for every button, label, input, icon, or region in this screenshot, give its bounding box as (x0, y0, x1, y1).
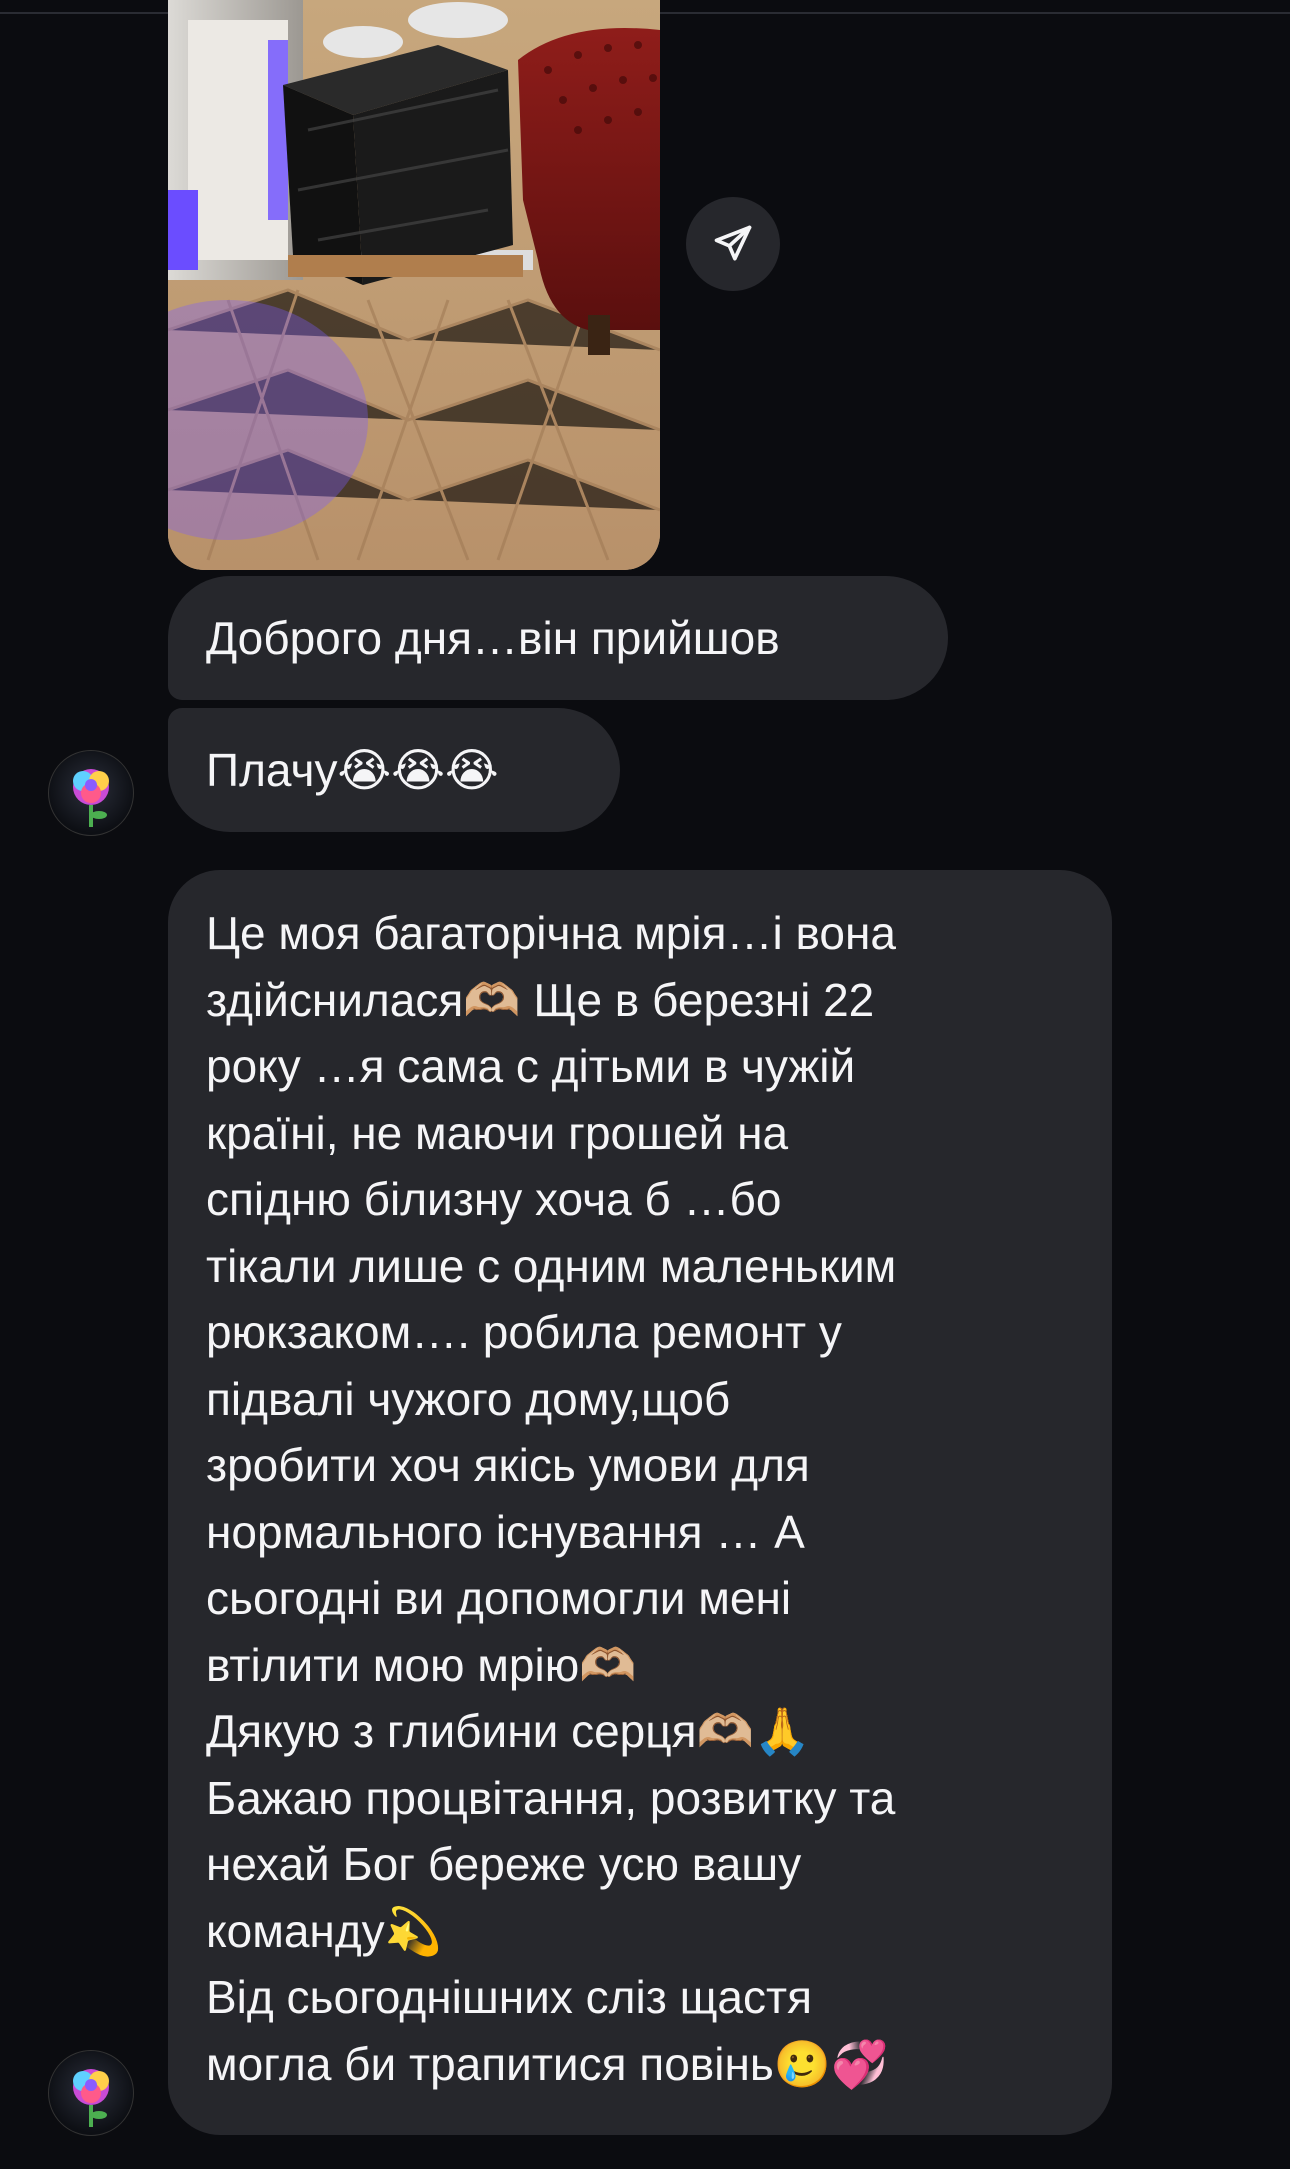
message-bubble[interactable]: Плачу😭😭😭 (168, 708, 620, 832)
message-line: рюкзаком…. робила ремонт у (206, 1306, 842, 1358)
message-line: Від сьогоднішних сліз щастя (206, 1971, 812, 2023)
message-line: країні, не маючи грошей на (206, 1106, 789, 1159)
message-line: зробити хоч якісь умови для (206, 1439, 810, 1491)
message-text: Плачу😭😭😭 (206, 744, 499, 796)
message-line: сьогодні ви допомогли мені (206, 1572, 792, 1624)
rose-icon (73, 2069, 109, 2127)
avatar[interactable] (48, 2050, 134, 2136)
paper-plane-icon (714, 225, 752, 261)
message-line: нехай Бог береже усю вашу (206, 1838, 802, 1890)
message-line: нормального існування … А (206, 1505, 805, 1558)
message-line: підвалі чужого дому,щоб (206, 1372, 731, 1425)
message-line: втілити мою мрію🫶🏼 (206, 1638, 637, 1691)
message-line: могла би трапитися повінь🥲💞 (206, 2037, 889, 2090)
message-line: здійснилася🫶🏼 Ще в березні 22 (206, 973, 875, 1026)
message-bubble[interactable]: Доброго дня…він прийшов (168, 576, 948, 700)
message-text: Доброго дня…він прийшов (206, 612, 780, 664)
message-line: Бажаю процвітання, розвитку та (206, 1771, 896, 1824)
photo-attachment[interactable] (168, 0, 660, 570)
message-line: Дякую з глибини серця🫶🏼🙏 (206, 1705, 812, 1757)
message-bubble[interactable]: Це моя багаторічна мрія…і вона здійснила… (168, 870, 1112, 2135)
rose-icon (73, 769, 109, 827)
message-line: команду💫 (206, 1904, 442, 1957)
avatar[interactable] (48, 750, 134, 836)
message-line: спідню білизну хоча б …бо (206, 1173, 782, 1225)
message-line: року …я сама с дітьми в чужій (206, 1040, 856, 1092)
share-button[interactable] (686, 197, 780, 291)
message-line: тікали лише с одним маленьким (206, 1239, 897, 1292)
message-line: Це моя багаторічна мрія…і вона (206, 907, 896, 959)
